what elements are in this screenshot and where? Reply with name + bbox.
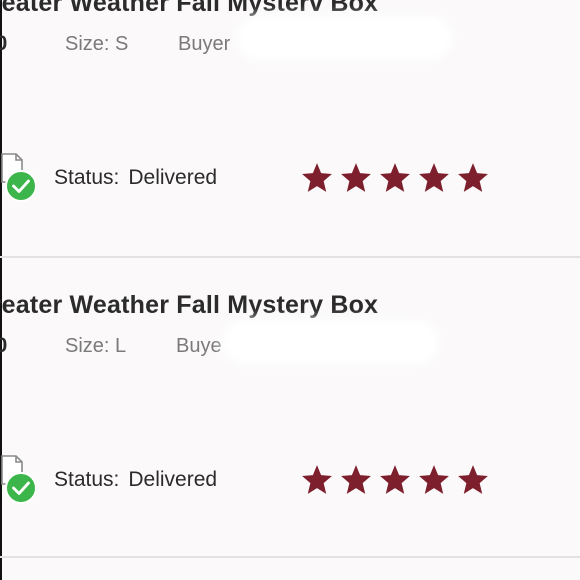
card-divider — [0, 256, 580, 258]
card-divider — [0, 556, 580, 558]
document-icon — [1, 153, 36, 202]
check-circle-icon — [5, 472, 36, 504]
rating-stars — [300, 463, 492, 497]
status-value: Delivered — [128, 468, 218, 491]
order-status: Status: Delivered — [54, 468, 217, 492]
item-size: Size: L — [65, 335, 127, 357]
order-status: Status: Delivered — [54, 166, 217, 190]
buyer-label: Buyer — [178, 33, 231, 55]
star-icon — [419, 163, 449, 192]
status-label: Status: — [54, 166, 120, 189]
star-icon — [302, 465, 332, 494]
redacted-buyer-name — [242, 21, 447, 55]
item-title: weater Weather Fall Mystery Box — [0, 291, 379, 319]
star-icon — [302, 163, 332, 192]
item-title: weater Weather Fall Mysterv Box — [0, 0, 379, 17]
star-icon — [380, 465, 410, 494]
check-circle-icon — [5, 170, 36, 202]
document-icon — [1, 455, 36, 504]
status-value: Delivered — [128, 166, 218, 189]
star-icon — [419, 465, 449, 494]
star-icon — [380, 163, 410, 192]
redacted-buyer-name — [228, 325, 433, 359]
buyer-label: Buye — [176, 335, 222, 357]
sales-list-screen: weater Weather Fall Mysterv Box 40 Size:… — [0, 0, 580, 580]
status-label: Status: — [54, 468, 120, 491]
star-icon — [458, 465, 488, 494]
item-price: 40 — [0, 334, 8, 357]
star-icon — [341, 163, 371, 192]
order-card[interactable]: weater Weather Fall Mystery Box 40 Size:… — [0, 280, 580, 558]
item-size: Size: S — [65, 33, 129, 55]
star-icon — [341, 465, 371, 494]
order-card[interactable]: weater Weather Fall Mysterv Box 40 Size:… — [0, 0, 580, 258]
star-icon — [458, 163, 488, 192]
item-price: 40 — [0, 32, 8, 55]
rating-stars — [300, 161, 492, 195]
